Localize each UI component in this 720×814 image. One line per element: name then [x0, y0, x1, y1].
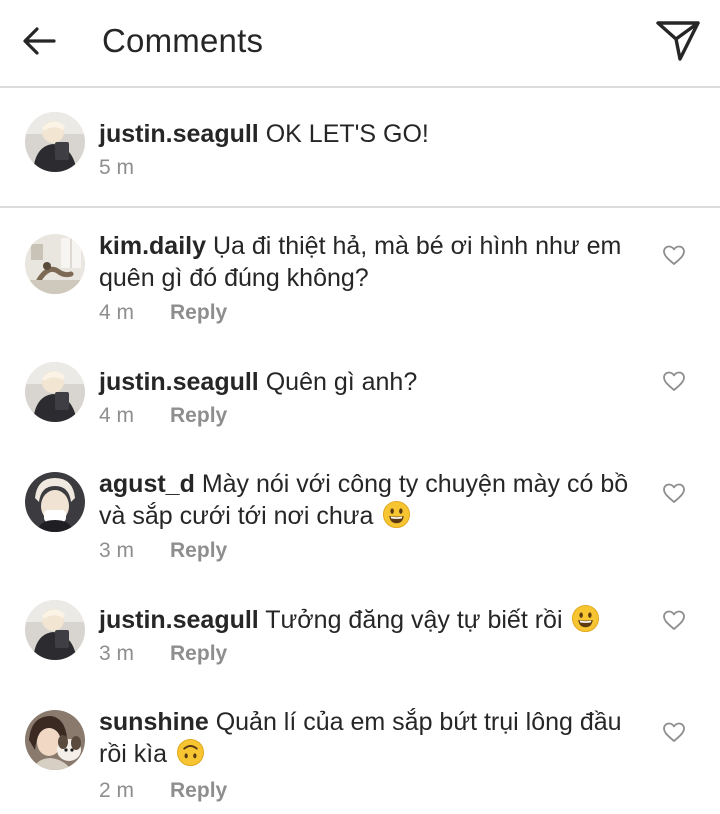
upside-down-face-icon: [177, 738, 205, 767]
back-arrow-icon: [23, 27, 56, 55]
comment-body: sunshine Quản lí của em sắp bứt trụi lôn…: [99, 706, 639, 770]
avatar[interactable]: [25, 472, 85, 532]
reply-button[interactable]: Reply: [170, 404, 227, 428]
timestamp: 4 m: [99, 404, 135, 427]
comment-text: Tưởng đăng vậy tự biết rồi: [265, 606, 563, 634]
page-title: Comments: [102, 22, 264, 59]
timestamp: 5 m: [99, 156, 135, 179]
paper-plane-icon: [656, 21, 700, 61]
avatar[interactable]: [25, 234, 85, 294]
back-button[interactable]: [18, 20, 60, 62]
heart-outline-icon[interactable]: [662, 609, 686, 631]
avatar[interactable]: [25, 600, 85, 660]
caption: justin.seagull OK LET'S GO! 5 m: [0, 106, 720, 196]
caption-divider: [0, 206, 720, 208]
comment-meta: 4 m Reply: [99, 404, 227, 428]
avatar[interactable]: [25, 112, 85, 172]
username[interactable]: justin.seagull: [99, 120, 259, 148]
username[interactable]: sunshine: [99, 708, 209, 736]
heart-outline-icon[interactable]: [662, 370, 686, 392]
grinning-face-icon: [383, 500, 411, 529]
reply-button[interactable]: Reply: [170, 539, 227, 563]
comment-meta: 2 m Reply: [99, 779, 227, 803]
avatar[interactable]: [25, 710, 85, 770]
header-divider: [0, 86, 720, 88]
timestamp: 3 m: [99, 642, 135, 665]
comment-text: Quên gì anh?: [265, 368, 418, 396]
send-button[interactable]: [650, 16, 706, 66]
comment-meta: 3 m Reply: [99, 539, 227, 563]
heart-outline-icon[interactable]: [662, 482, 686, 504]
reply-button[interactable]: Reply: [170, 779, 227, 803]
avatar[interactable]: [25, 362, 85, 422]
comment-meta: 4 m Reply: [99, 301, 227, 325]
comment-body: justin.seagull Quên gì anh?: [99, 366, 639, 398]
comment-body: agust_d Mày nói với công ty chuyện mày c…: [99, 468, 639, 532]
header-bar: Comments: [0, 0, 720, 86]
timestamp: 3 m: [99, 539, 135, 562]
username[interactable]: justin.seagull: [99, 368, 259, 396]
username[interactable]: agust_d: [99, 470, 195, 498]
timestamp: 2 m: [99, 779, 135, 802]
comment-body: kim.daily Ụa đi thiệt hả, mà bé ơi hình …: [99, 230, 639, 294]
comment-body: justin.seagull Tưởng đăng vậy tự biết rồ…: [99, 604, 639, 636]
comment-text: OK LET'S GO!: [265, 120, 429, 148]
heart-outline-icon[interactable]: [662, 721, 686, 743]
caption-text: justin.seagull OK LET'S GO!: [99, 118, 639, 150]
username[interactable]: kim.daily: [99, 232, 206, 260]
caption-meta: 5 m: [99, 156, 134, 180]
heart-outline-icon[interactable]: [662, 244, 686, 266]
grinning-face-icon: [572, 604, 600, 633]
timestamp: 4 m: [99, 301, 135, 324]
reply-button[interactable]: Reply: [170, 642, 227, 666]
reply-button[interactable]: Reply: [170, 301, 227, 325]
comment-meta: 3 m Reply: [99, 642, 227, 666]
username[interactable]: justin.seagull: [99, 606, 259, 634]
